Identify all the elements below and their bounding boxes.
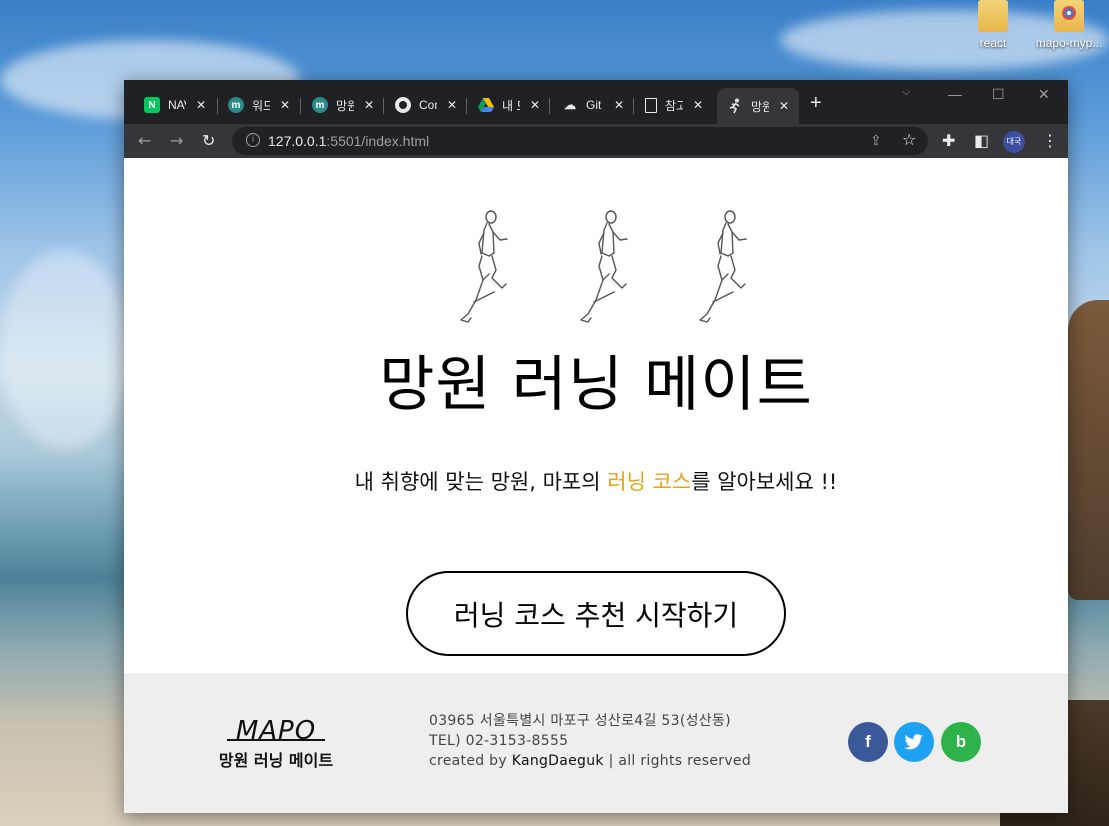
tab-title: 망원 <box>751 99 769 114</box>
footer-credit: created by KangDaeguk | all rights reser… <box>429 753 752 769</box>
close-window-button[interactable]: ✕ <box>1038 86 1050 103</box>
subtitle-highlight: 러닝 코스 <box>607 470 692 494</box>
close-tab-icon[interactable]: ✕ <box>693 98 703 112</box>
tab-divider <box>466 98 467 114</box>
desktop-icon-react[interactable]: react <box>953 0 1033 50</box>
svg-text:MAPO: MAPO <box>236 716 316 743</box>
document-icon <box>645 97 657 113</box>
new-tab-button[interactable]: + <box>810 92 822 115</box>
tab-title: Git <box>586 98 602 112</box>
minimize-button[interactable]: — <box>948 86 962 102</box>
tab-search-icon[interactable]: ⌵ <box>902 86 910 99</box>
runner-icon <box>727 98 743 114</box>
logo-name: 망원 러닝 메이트 <box>218 751 334 770</box>
desktop-icon-mapo[interactable]: mapo-myp... <box>1029 0 1109 50</box>
start-recommendation-button[interactable]: 러닝 코스 추천 시작하기 <box>406 571 786 656</box>
twitter-icon[interactable] <box>894 722 934 762</box>
m-icon: m <box>312 97 328 113</box>
site-info-icon[interactable]: i <box>246 133 260 147</box>
folder-icon <box>978 0 1008 32</box>
google-drive-icon <box>478 97 494 113</box>
subtitle-text-after: 를 알아보세요 !! <box>691 470 838 494</box>
naver-icon: N <box>144 97 160 113</box>
footer: MAPO 망원 러닝 메이트 03965 서울특별시 마포구 성산로4길 53(… <box>124 673 1068 813</box>
tab-naver[interactable]: N NAVER ✕ <box>144 92 206 118</box>
github-icon <box>395 97 411 113</box>
close-tab-icon[interactable]: ✕ <box>530 98 540 112</box>
forward-icon[interactable]: → <box>170 131 183 151</box>
tab-title: 참고 <box>665 98 683 113</box>
close-tab-icon[interactable]: ✕ <box>447 98 457 112</box>
m-icon: m <box>228 97 244 113</box>
tab-divider <box>633 98 634 114</box>
desktop-icon-label: mapo-myp... <box>1035 36 1103 50</box>
desktop-icon-label: react <box>979 36 1007 50</box>
tab-word[interactable]: m 워드 ✕ <box>228 92 290 118</box>
tab-title: 워드 <box>252 98 270 113</box>
back-icon[interactable]: ← <box>138 131 151 151</box>
browser-window: N NAVER ✕ m 워드 ✕ m 망원 ✕ Con ✕ <box>124 80 1068 813</box>
footer-logo[interactable]: MAPO 망원 러닝 메이트 <box>206 715 346 771</box>
tab-mangwon-1[interactable]: m 망원 ✕ <box>312 92 374 118</box>
tab-git[interactable]: ☁ Git ✕ <box>562 92 624 118</box>
tab-mangwon-active[interactable]: 망원 ✕ <box>717 88 800 124</box>
browser-toolbar: ← → ↻ i 127.0.0.1:5501/index.html ⇪ ☆ ✚ … <box>124 124 1068 158</box>
footer-info: 03965 서울특별시 마포구 성산로4길 53(성산동) TEL) 02-31… <box>429 711 751 771</box>
tab-divider <box>217 98 218 114</box>
reload-icon[interactable]: ↻ <box>202 131 215 151</box>
tab-title: 망원 <box>336 98 354 113</box>
tab-github[interactable]: Con ✕ <box>395 92 457 118</box>
address-bar[interactable]: i 127.0.0.1:5501/index.html ⇪ ☆ <box>232 127 928 155</box>
subtitle-text-before: 내 취향에 맞는 망원, 마포의 <box>354 470 608 494</box>
tab-title: Con <box>419 98 437 112</box>
footer-tel: TEL) 02-3153-8555 <box>429 733 569 749</box>
menu-kebab-icon[interactable]: ⋮ <box>1042 131 1058 151</box>
page-viewport: 망원 러닝 메이트 내 취향에 맞는 망원, 마포의 러닝 코스를 알아보세요 … <box>124 158 1068 813</box>
close-tab-icon[interactable]: ✕ <box>280 98 290 112</box>
tab-divider <box>383 98 384 114</box>
footer-address: 03965 서울특별시 마포구 성산로4길 53(성산동) <box>429 713 731 729</box>
blog-icon[interactable]: b <box>941 722 981 762</box>
tab-divider <box>300 98 301 114</box>
profile-avatar[interactable]: 대국 <box>1003 131 1025 153</box>
close-tab-icon[interactable]: ✕ <box>196 98 206 112</box>
share-icon[interactable]: ⇪ <box>870 131 882 151</box>
hero-subtitle: 내 취향에 맞는 망원, 마포의 러닝 코스를 알아보세요 !! <box>124 466 1068 496</box>
hero-title: 망원 러닝 메이트 <box>379 350 813 420</box>
tab-reference[interactable]: 참고 ✕ <box>645 92 703 118</box>
facebook-icon[interactable]: f <box>848 722 888 762</box>
tab-drive[interactable]: 내 드 ✕ <box>478 92 540 118</box>
tab-strip: N NAVER ✕ m 워드 ✕ m 망원 ✕ Con ✕ <box>124 80 1068 124</box>
tab-divider <box>549 98 550 114</box>
extensions-icon[interactable]: ✚ <box>942 131 955 151</box>
tab-title: 내 드 <box>502 98 520 113</box>
git-icon: ☁ <box>564 98 576 112</box>
close-tab-icon[interactable]: ✕ <box>364 98 374 112</box>
runners-illustration <box>460 210 747 323</box>
runner-icon <box>460 210 508 323</box>
close-tab-icon[interactable]: ✕ <box>779 99 789 113</box>
tab-title: NAVER <box>168 98 186 112</box>
mapo-logo-icon: MAPO <box>227 716 325 746</box>
bookmark-star-icon[interactable]: ☆ <box>902 130 916 150</box>
maximize-button[interactable]: ☐ <box>992 86 1005 103</box>
close-tab-icon[interactable]: ✕ <box>614 98 624 112</box>
side-panel-icon[interactable]: ◧ <box>974 131 989 151</box>
folder-icon <box>1054 0 1084 32</box>
url-text: 127.0.0.1:5501/index.html <box>268 133 430 149</box>
